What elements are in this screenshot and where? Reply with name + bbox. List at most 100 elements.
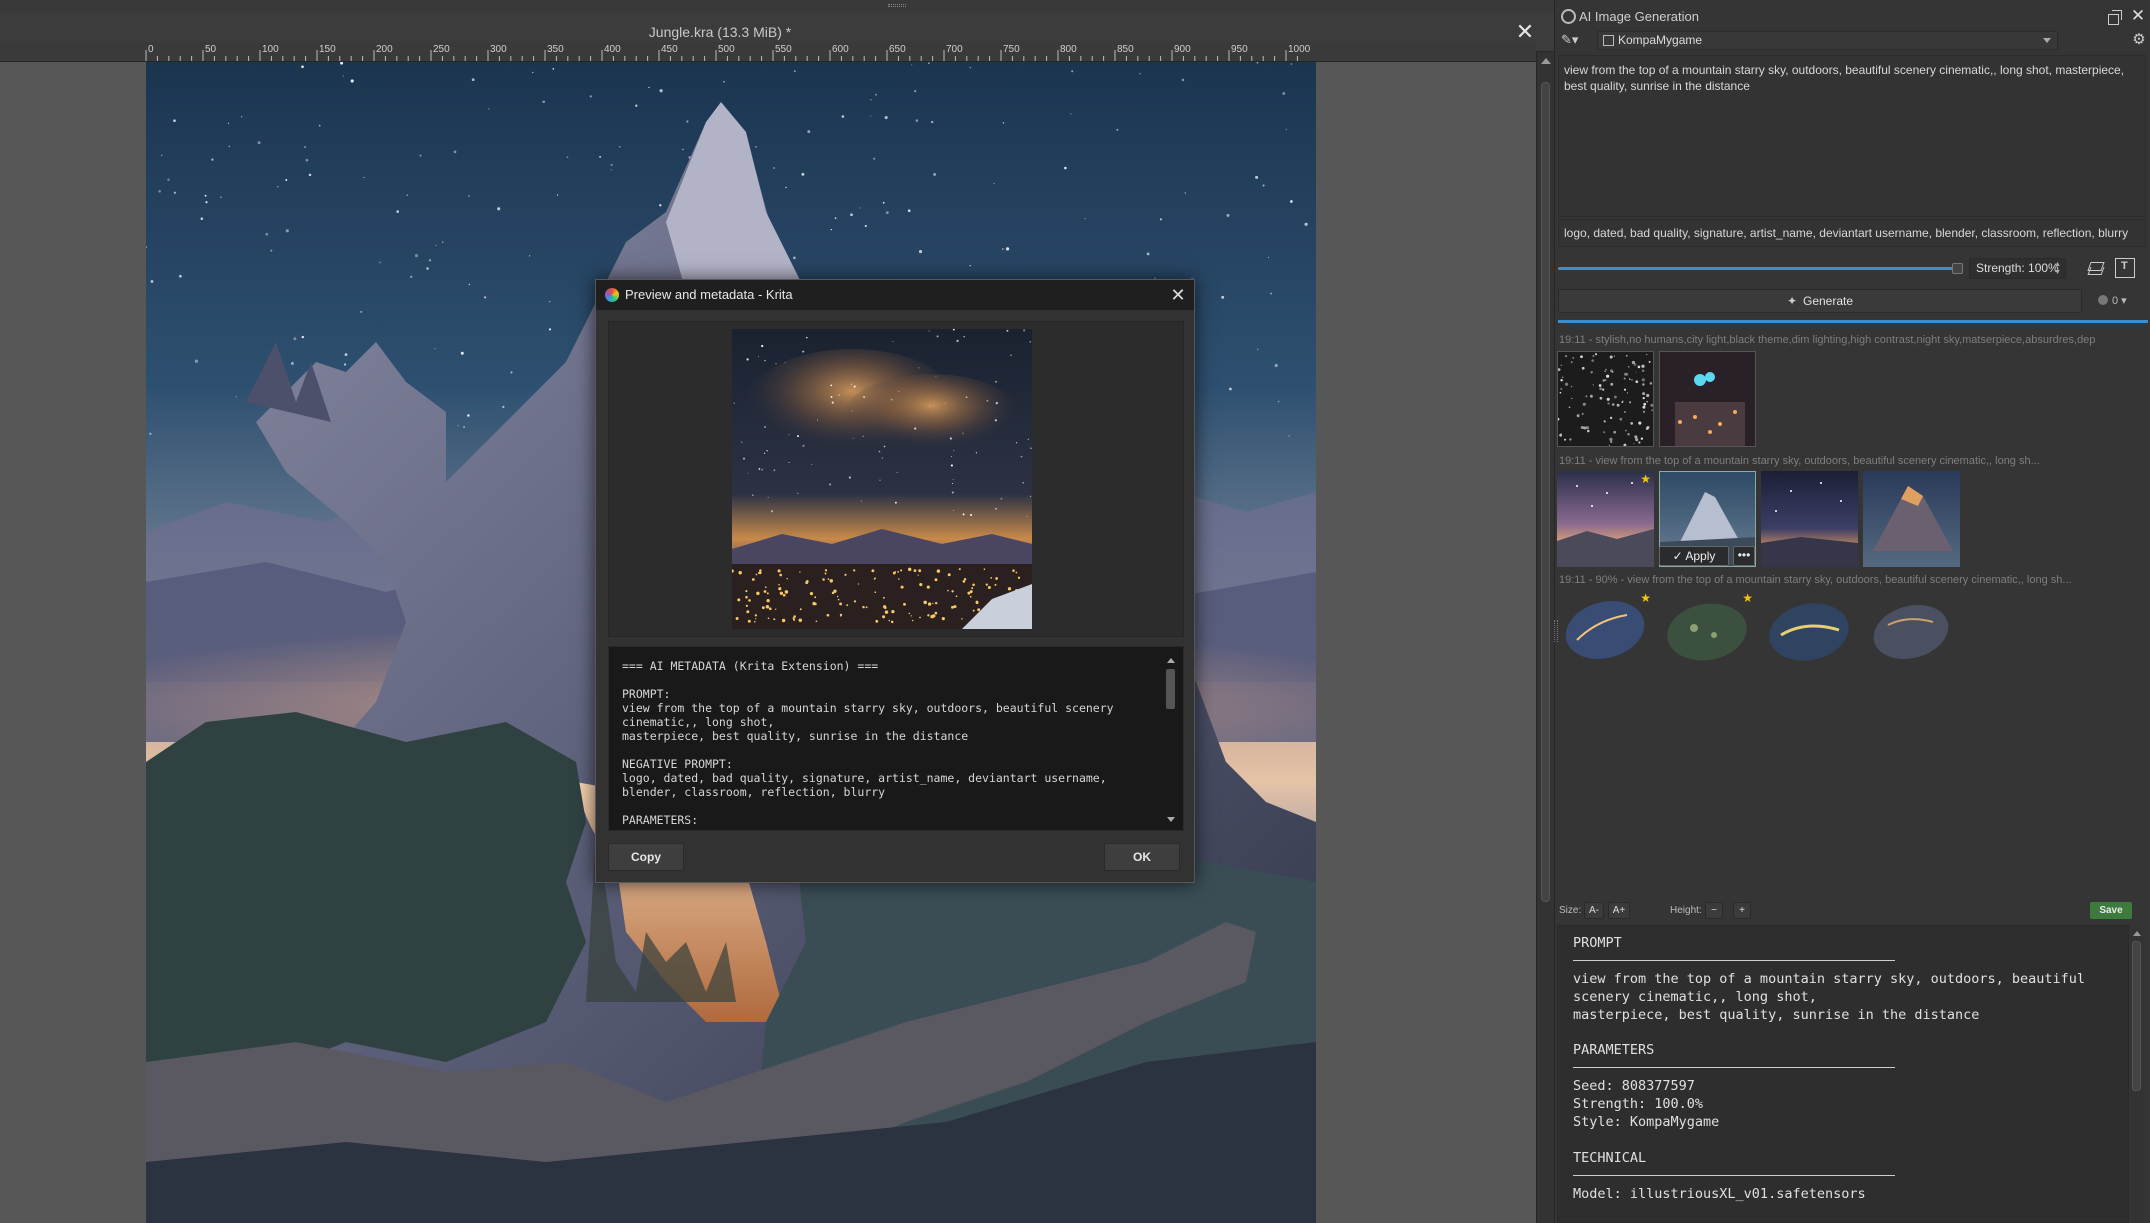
style-icon — [1603, 35, 1614, 46]
ruler-label: 250 — [433, 44, 450, 55]
dialog-titlebar[interactable]: Preview and metadata - Krita ✕ — [596, 280, 1194, 310]
style-select-value: KompaMygame — [1618, 33, 1703, 47]
strength-slider-handle[interactable] — [1952, 263, 1963, 274]
progress-bar — [1558, 320, 2148, 323]
prompt-text: view from the top of a mountain starry s… — [1573, 971, 2086, 1023]
history-caption: 19:11 - stylish,no humans,city light,bla… — [1559, 334, 2096, 346]
divider — [1573, 960, 1895, 961]
close-docker-icon[interactable]: ✕ — [2129, 5, 2147, 27]
history-caption: 19:11 - view from the top of a mountain … — [1559, 455, 2040, 467]
ruler-ticks: 0 50 100 150 200 250 300 350 400 450 500 550 600 650 7… — [145, 44, 1311, 61]
scroll-up-icon[interactable] — [1167, 658, 1175, 663]
queue-button[interactable]: 0 ▾ — [2098, 291, 2148, 311]
prompt-heading: PROMPT — [1573, 935, 1622, 951]
favorite-star-icon[interactable]: ★ — [1742, 592, 1753, 604]
scroll-thumb[interactable] — [1166, 669, 1175, 709]
history-thumbnail[interactable] — [1863, 590, 1960, 686]
history-thumbnail[interactable] — [1863, 471, 1960, 567]
layers-icon[interactable] — [2086, 258, 2106, 278]
height-increase-button[interactable]: + — [1733, 902, 1751, 919]
panel-resize-handle[interactable] — [1554, 620, 1558, 642]
ruler-label: 900 — [1174, 44, 1191, 55]
ruler-label: 350 — [547, 44, 564, 55]
favorite-star-icon[interactable]: ★ — [1640, 473, 1651, 485]
metadata-toolbar: Size: A- A+ Height: − + Save — [1554, 900, 2150, 922]
dialog-close-icon[interactable]: ✕ — [1166, 283, 1190, 307]
ruler-label: 500 — [718, 44, 735, 55]
history-thumbnail[interactable]: ★ — [1659, 590, 1756, 686]
parameters-text: Seed: 808377597 Strength: 100.0% Style: … — [1573, 1078, 1720, 1130]
divider — [1573, 1067, 1895, 1068]
style-select[interactable]: KompaMygame — [1597, 31, 2058, 50]
scroll-down-icon[interactable] — [1167, 817, 1175, 822]
dialog-title: Preview and metadata - Krita — [625, 287, 793, 302]
check-icon: ✓ — [1672, 549, 1683, 563]
strength-slider-fill — [1558, 267, 1958, 270]
history-caption: 19:11 - 90% - view from the top of a mou… — [1559, 574, 2072, 586]
metadata-panel[interactable]: PROMPT view from the top of a mountain s… — [1557, 925, 2129, 1223]
ok-button[interactable]: OK — [1104, 843, 1180, 871]
scroll-thumb[interactable] — [2132, 941, 2141, 1091]
queue-count: 0 — [2112, 295, 2119, 307]
ruler-label: 950 — [1231, 44, 1248, 55]
ruler-label: 1000 — [1288, 44, 1311, 55]
drag-grip[interactable] — [888, 4, 906, 7]
scroll-up-icon[interactable] — [1541, 58, 1551, 64]
settings-gear-icon[interactable]: ⚙ — [2130, 30, 2148, 50]
ruler-label: 450 — [661, 44, 678, 55]
copy-button[interactable]: Copy — [608, 843, 684, 871]
ruler-label: 0 — [148, 44, 154, 55]
ruler-label: 700 — [946, 44, 963, 55]
ruler-label: 800 — [1060, 44, 1077, 55]
technical-text: Model: illustriousXL_v01.safetensors — [1573, 1186, 1866, 1202]
krita-logo-icon — [605, 288, 619, 302]
ruler-label: 600 — [832, 44, 849, 55]
scroll-up-icon[interactable] — [2133, 931, 2141, 936]
spin-arrows-icon[interactable]: ▲ ▼ — [2054, 261, 2061, 277]
history-thumbnail[interactable]: ★ — [1557, 471, 1654, 567]
prompt-input[interactable]: view from the top of a mountain starry s… — [1558, 55, 2146, 217]
ruler-label: 550 — [775, 44, 792, 55]
strength-spinbox[interactable]: Strength: 100% ▲ ▼ — [1969, 258, 2066, 279]
metadata-textbox[interactable]: === AI METADATA (Krita Extension) === PR… — [608, 646, 1184, 831]
history-thumbnail[interactable] — [1557, 351, 1654, 447]
history-thumbnail[interactable] — [1659, 351, 1756, 447]
more-options-button[interactable]: ••• — [1733, 546, 1755, 566]
strength-value: Strength: 100% — [1976, 261, 2059, 275]
history-thumbnail[interactable] — [1761, 471, 1858, 567]
resize-canvas-icon[interactable] — [2115, 258, 2135, 278]
preview-image — [730, 328, 1032, 629]
parameters-heading: PARAMETERS — [1573, 1042, 1655, 1058]
negative-prompt-input[interactable]: logo, dated, bad quality, signature, art… — [1558, 219, 2146, 247]
favorite-star-icon[interactable]: ★ — [1640, 592, 1651, 604]
ruler-label: 850 — [1117, 44, 1134, 55]
apply-button[interactable]: ✓ Apply — [1659, 546, 1729, 566]
font-size-decrease-button[interactable]: A- — [1584, 902, 1604, 919]
queue-status-icon — [2098, 295, 2108, 305]
chevron-down-icon — [2043, 38, 2051, 43]
height-decrease-button[interactable]: − — [1705, 902, 1723, 919]
history-thumbnail[interactable] — [1761, 590, 1858, 686]
height-label: Height: — [1670, 905, 1702, 916]
metadata-text: === AI METADATA (Krita Extension) === PR… — [622, 659, 1114, 827]
canvas-vertical-scrollbar[interactable] — [1536, 52, 1554, 1223]
generate-button[interactable]: ✦ Generate — [1558, 289, 2082, 313]
workspace-select-button[interactable]: ✎▾ — [1561, 31, 1591, 49]
docker-toolbar: ✎▾ KompaMygame ⚙ — [1555, 29, 2150, 51]
save-button[interactable]: Save — [2090, 902, 2132, 919]
ruler-label: 150 — [319, 44, 336, 55]
ruler-label: 400 — [604, 44, 621, 55]
ruler-label: 650 — [889, 44, 906, 55]
apply-label: Apply — [1685, 549, 1716, 563]
strength-slider[interactable] — [1558, 263, 1964, 275]
scroll-thumb[interactable] — [1541, 82, 1550, 902]
metadata-panel-scrollbar[interactable] — [2130, 927, 2144, 1223]
divider — [1573, 1175, 1895, 1176]
history-thumbnail[interactable]: ★ — [1557, 590, 1654, 686]
metadata-scrollbar[interactable] — [1164, 655, 1178, 825]
ruler-label: 750 — [1003, 44, 1020, 55]
ai-generation-icon — [1561, 9, 1576, 24]
document-top-strip — [0, 0, 1554, 12]
font-size-increase-button[interactable]: A+ — [1608, 902, 1630, 919]
float-docker-icon[interactable] — [2108, 10, 2122, 25]
